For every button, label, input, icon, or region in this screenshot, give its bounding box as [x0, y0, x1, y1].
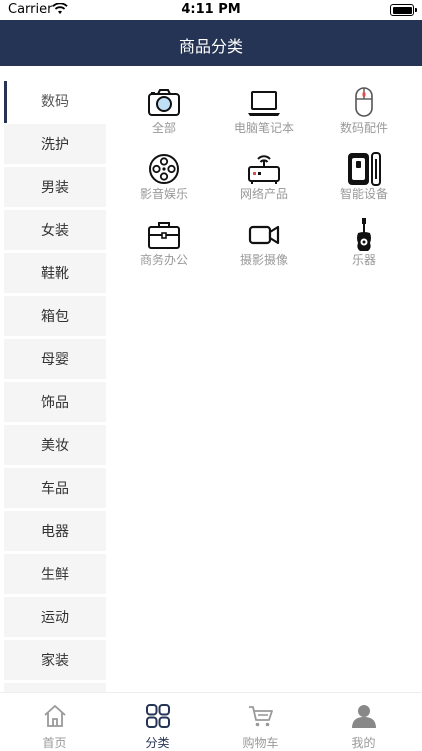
category-smart-devices[interactable]: 智能设备 — [312, 148, 416, 204]
tab-category[interactable]: 分类 — [105, 693, 210, 751]
tab-profile[interactable]: 我的 — [311, 693, 416, 751]
router-icon — [248, 155, 280, 184]
sidebar-item-label: 电器 — [41, 524, 69, 540]
clock: 4:11 PM — [181, 2, 241, 17]
tab-label: 购物车 — [242, 736, 279, 750]
category-label: 商务办公 — [139, 253, 188, 267]
cart-icon — [249, 706, 273, 727]
category-label: 乐器 — [351, 253, 376, 267]
sidebar-item-bags[interactable]: 箱包 — [4, 296, 106, 336]
category-accessories[interactable]: 数码配件 — [312, 82, 416, 138]
film-reel-icon — [149, 154, 179, 184]
sidebar-item-digital[interactable]: 数码 — [4, 81, 106, 123]
category-office[interactable]: 商务办公 — [112, 214, 216, 270]
battery-icon — [390, 4, 417, 16]
tab-label: 首页 — [42, 736, 67, 750]
category-photography[interactable]: 摄影摄像 — [212, 214, 316, 270]
sidebar-item-appliances[interactable]: 电器 — [4, 511, 106, 551]
category-laptop[interactable]: 电脑笔记本 — [212, 82, 316, 138]
sidebar-item-label: 生鲜 — [41, 567, 69, 583]
guitar-icon — [357, 218, 371, 251]
sidebar-item-home[interactable]: 家装 — [4, 640, 106, 680]
navigation-bar: 商品分类 — [0, 20, 422, 66]
category-all[interactable]: 全部 — [112, 82, 216, 138]
category-icon — [146, 704, 170, 728]
sidebar-item-label: 饰品 — [41, 395, 69, 411]
sidebar-item-label: 数码 — [41, 94, 69, 110]
sidebar-item-shoes[interactable]: 鞋靴 — [4, 253, 106, 293]
category-sidebar[interactable]: 数码 洗护 男装 女装 鞋靴 箱包 母婴 饰品 美妆 车品 电器 生鲜 运动 家… — [0, 80, 106, 692]
mouse-icon — [355, 87, 373, 117]
sidebar-item-menswear[interactable]: 男装 — [4, 167, 106, 207]
category-label: 电脑笔记本 — [233, 121, 294, 135]
sidebar-item-label: 运动 — [41, 610, 69, 626]
sidebar-item-label: 家装 — [41, 653, 69, 669]
sidebar-item-label: 母婴 — [41, 352, 69, 368]
sidebar-item-label: 女装 — [41, 223, 69, 239]
briefcase-icon — [148, 222, 180, 249]
category-label: 全部 — [151, 121, 176, 135]
category-network[interactable]: 网络产品 — [212, 148, 316, 204]
category-label: 网络产品 — [239, 187, 288, 201]
smart-device-icon — [348, 152, 381, 186]
tab-label: 分类 — [145, 736, 170, 750]
tab-label: 我的 — [351, 736, 376, 750]
category-label: 摄影摄像 — [239, 253, 288, 267]
sidebar-item-jewelry[interactable]: 饰品 — [4, 382, 106, 422]
page-title: 商品分类 — [178, 37, 243, 56]
category-instruments[interactable]: 乐器 — [312, 214, 416, 270]
sidebar-item-baby[interactable]: 母婴 — [4, 339, 106, 379]
laptop-icon — [248, 91, 280, 116]
status-bar: Carrier 4:11 PM — [0, 0, 422, 20]
sidebar-item-car[interactable]: 车品 — [4, 468, 106, 508]
home-icon — [44, 705, 66, 727]
sidebar-item-label: 鞋靴 — [41, 266, 69, 282]
sidebar-item-fresh[interactable]: 生鲜 — [4, 554, 106, 594]
sidebar-item-label: 箱包 — [41, 309, 69, 325]
sidebar-item-label: 男装 — [41, 180, 69, 196]
category-label: 影音娱乐 — [139, 187, 188, 201]
camera-icon — [148, 89, 180, 116]
sidebar-item-beauty[interactable]: 美妆 — [4, 425, 106, 465]
sidebar-item-label: 车品 — [41, 481, 69, 497]
category-label: 数码配件 — [339, 121, 388, 135]
tab-cart[interactable]: 购物车 — [208, 693, 313, 751]
video-camera-icon — [248, 225, 280, 245]
sidebar-item-care[interactable]: 洗护 — [4, 124, 106, 164]
user-icon — [352, 705, 376, 728]
sidebar-item-sports[interactable]: 运动 — [4, 597, 106, 637]
category-entertainment[interactable]: 影音娱乐 — [112, 148, 216, 204]
active-indicator — [4, 81, 7, 123]
sidebar-item-womenswear[interactable]: 女装 — [4, 210, 106, 250]
tab-home[interactable]: 首页 — [2, 693, 107, 751]
category-label: 智能设备 — [339, 187, 388, 201]
sidebar-item-label: 洗护 — [41, 137, 69, 153]
sidebar-item-label: 美妆 — [41, 438, 69, 454]
tab-bar: 首页 分类 购物车 我的 — [0, 692, 422, 750]
sidebar-item-more[interactable] — [4, 683, 106, 692]
